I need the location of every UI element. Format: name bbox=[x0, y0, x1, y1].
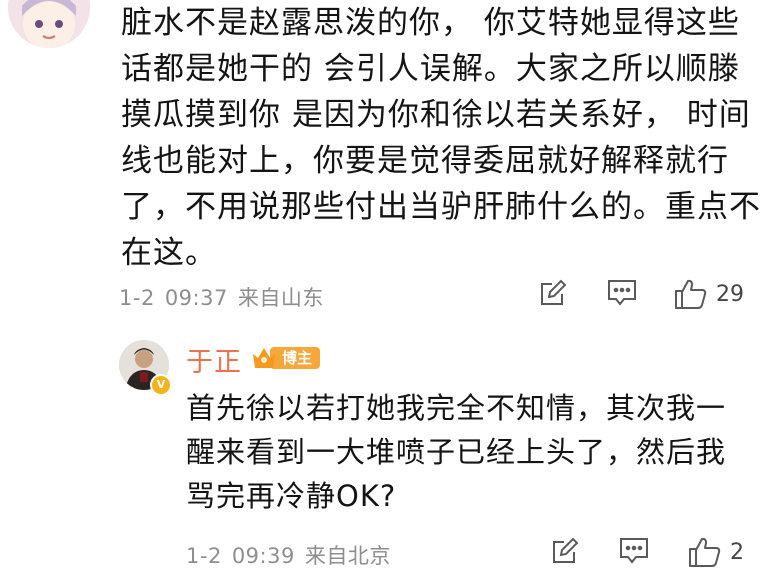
commenter-avatar[interactable] bbox=[8, 0, 90, 48]
reply-like-button[interactable]: 2 bbox=[688, 536, 744, 568]
reply-timestamp: 1-2 09:39 来自北京 bbox=[186, 540, 401, 570]
reply-meta-row: 1-2 09:39 来自北京 2 bbox=[0, 536, 778, 576]
reply-reply-button[interactable] bbox=[618, 536, 650, 566]
reply-location: 来自北京 bbox=[304, 544, 391, 568]
edit-icon bbox=[541, 279, 567, 305]
reply-repost-button[interactable] bbox=[550, 536, 580, 566]
reply-button[interactable] bbox=[606, 278, 638, 308]
comment-timestamp: 1-2 09:37 来自山东 bbox=[119, 282, 334, 312]
thumbs-up-icon bbox=[675, 279, 707, 309]
comment-icon bbox=[608, 280, 636, 306]
like-count: 29 bbox=[716, 281, 744, 307]
comment-icon bbox=[620, 538, 648, 564]
edit-icon bbox=[553, 537, 579, 563]
comment-time: 09:37 bbox=[164, 286, 228, 310]
repost-button[interactable] bbox=[538, 278, 568, 308]
verified-icon: V bbox=[150, 374, 172, 396]
thumbs-up-icon bbox=[689, 537, 721, 567]
like-button[interactable]: 29 bbox=[674, 278, 744, 310]
comment-date: 1-2 bbox=[119, 286, 155, 310]
comment-meta-row: 1-2 09:37 来自山东 29 bbox=[0, 278, 778, 318]
reply-time: 09:39 bbox=[231, 544, 295, 568]
comment-location: 来自山东 bbox=[237, 286, 324, 310]
reply-date: 1-2 bbox=[186, 544, 222, 568]
blogger-badge: 博主 bbox=[250, 344, 321, 372]
reply-like-count: 2 bbox=[730, 539, 744, 565]
reply-author-name[interactable]: 于正 bbox=[186, 340, 242, 379]
comment-text: 脏水不是赵露思泼的你， 你艾特她显得这些话都是她干的 会引人误解。大家之所以顺滕… bbox=[121, 5, 761, 271]
reply-text: 首先徐以若打她我完全不知情，其次我一醒来看到一大堆喷子已经上头了，然后我骂完再冷… bbox=[186, 391, 727, 513]
crown-icon bbox=[253, 348, 275, 368]
